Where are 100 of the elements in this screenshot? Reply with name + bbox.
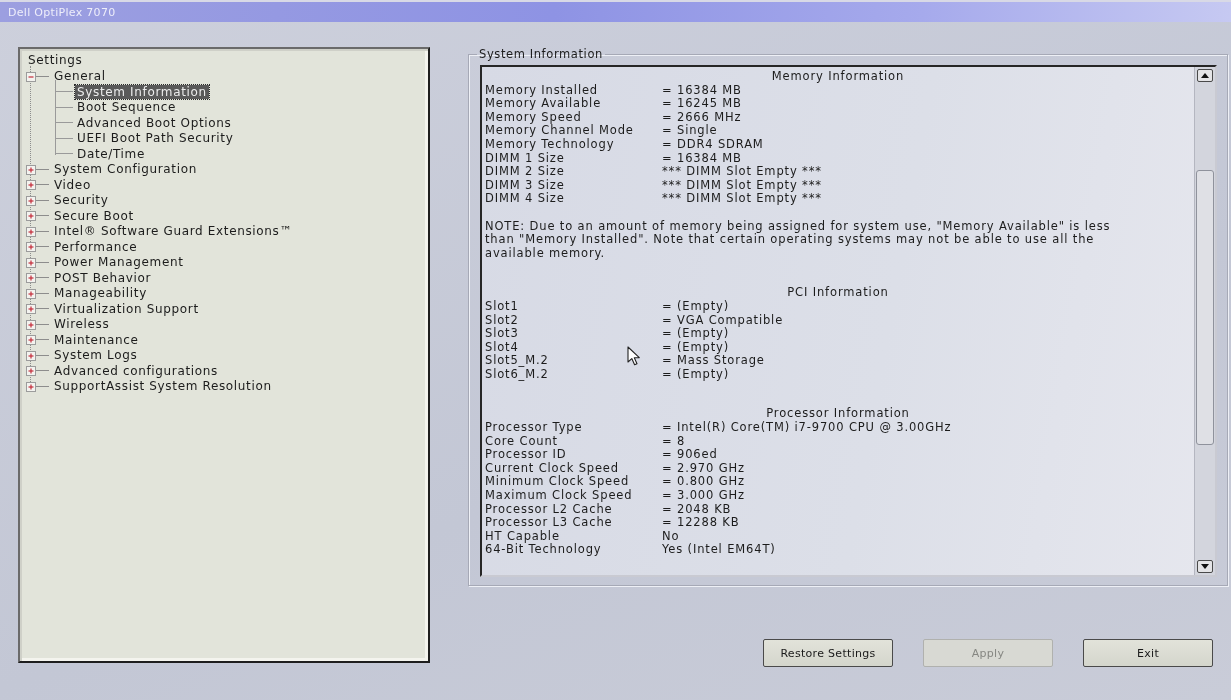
tree-item[interactable]: Virtualization Support <box>52 301 201 316</box>
minus-box-icon[interactable] <box>26 71 36 82</box>
tree-item[interactable]: Boot Sequence <box>75 100 179 115</box>
scrollbar-thumb[interactable] <box>1196 170 1214 445</box>
info-label: DIMM 1 Size <box>485 151 565 165</box>
info-value: No <box>662 529 680 544</box>
plus-box-icon[interactable] <box>26 164 36 175</box>
tree-item[interactable]: System Configuration <box>52 162 199 177</box>
info-label: Processor L2 Cache <box>485 502 613 516</box>
info-value: = 2.970 GHz <box>662 461 745 476</box>
tree-item[interactable]: Wireless <box>52 317 112 332</box>
info-label: Slot2 <box>485 313 519 327</box>
info-value: = 16384 MB <box>662 151 742 165</box>
info-value: = Mass Storage <box>662 354 765 368</box>
plus-box-icon[interactable] <box>26 242 36 252</box>
tree-item[interactable]: SupportAssist System Resolution <box>52 379 274 394</box>
info-value: = (Empty) <box>662 340 729 355</box>
info-label: DIMM 3 Size <box>485 178 565 192</box>
info-value: *** DIMM Slot Empty *** <box>662 178 822 192</box>
info-label: Slot3 <box>485 327 519 341</box>
plus-box-icon[interactable] <box>26 366 36 376</box>
tree-root-label: Settings <box>28 53 83 69</box>
info-label: Slot4 <box>485 340 519 354</box>
info-label: Processor Type <box>485 421 583 435</box>
down-triangle-icon <box>1201 564 1209 569</box>
dialog-button[interactable]: Restore Settings <box>763 639 893 667</box>
info-value: Yes (Intel EM64T) <box>662 543 776 557</box>
scrollbar[interactable] <box>1194 67 1215 575</box>
info-label: Memory Technology <box>485 137 615 152</box>
info-label: HT Capable <box>485 529 560 544</box>
tree-item[interactable]: System Logs <box>52 348 140 363</box>
info-value: = 2048 KB <box>662 502 732 517</box>
info-value: = (Empty) <box>662 299 729 314</box>
tree-item[interactable]: Secure Boot <box>52 208 136 223</box>
info-value: = 12288 KB <box>662 516 740 530</box>
info-value: = Intel(R) Core(TM) i7-9700 CPU @ 3.00GHz <box>662 421 952 435</box>
plus-box-icon[interactable] <box>26 257 36 268</box>
tree-item[interactable]: Intel® Software Guard Extensions™ <box>52 224 295 239</box>
info-value: = Single <box>662 124 718 138</box>
dialog-button[interactable]: Exit <box>1083 639 1213 667</box>
plus-box-icon[interactable] <box>26 195 36 206</box>
info-value: = VGA Compatible <box>662 313 784 327</box>
section-title: Processor Information <box>766 407 910 421</box>
section-title: PCI Information <box>787 286 889 300</box>
tree-item[interactable]: Maintenance <box>52 332 141 347</box>
info-label: Memory Available <box>485 97 602 111</box>
info-label: Current Clock Speed <box>485 461 619 476</box>
info-value: = (Empty) <box>662 327 729 341</box>
plus-box-icon[interactable] <box>26 319 36 330</box>
info-label: Memory Installed <box>485 83 599 97</box>
info-label: Memory Speed <box>485 110 582 125</box>
tree-item[interactable]: Power Management <box>52 255 186 270</box>
plus-box-icon[interactable] <box>26 288 36 299</box>
tree-item[interactable]: General <box>52 69 108 84</box>
window-title: Dell OptiPlex 7070 <box>8 5 116 19</box>
info-label: Minimum Clock Speed <box>485 475 630 489</box>
info-label: Slot1 <box>485 299 519 314</box>
mouse-pointer-icon <box>627 346 641 366</box>
info-value: = 8 <box>662 434 686 448</box>
plus-box-icon[interactable] <box>26 211 36 221</box>
scroll-down-button[interactable] <box>1197 560 1213 573</box>
info-value: = 3.000 GHz <box>662 489 745 503</box>
info-label: Core Count <box>485 434 558 449</box>
info-label: DIMM 4 Size <box>485 192 565 206</box>
plus-box-icon[interactable] <box>26 350 36 361</box>
info-value: = 16384 MB <box>662 83 742 98</box>
tree-item[interactable]: Video <box>52 177 93 192</box>
tree-item[interactable]: Performance <box>52 239 140 254</box>
info-label: Slot6_M.2 <box>485 367 549 382</box>
info-value: *** DIMM Slot Empty *** <box>662 165 822 179</box>
info-value: = (Empty) <box>662 367 729 382</box>
plus-box-icon[interactable] <box>26 335 36 345</box>
info-value: = DDR4 SDRAM <box>662 137 764 152</box>
info-label: Slot5_M.2 <box>485 354 549 368</box>
info-value: = 906ed <box>662 448 718 462</box>
tree-item[interactable]: UEFI Boot Path Security <box>75 131 236 146</box>
tree-item[interactable]: Advanced configurations <box>52 363 220 378</box>
tree-item[interactable]: Manageability <box>52 286 149 301</box>
scroll-up-button[interactable] <box>1197 69 1213 82</box>
tree-item[interactable]: Date/Time <box>75 146 147 161</box>
tree-item[interactable]: POST Behavior <box>52 270 154 285</box>
section-title: Memory Information <box>771 70 905 84</box>
plus-box-icon[interactable] <box>26 381 36 392</box>
info-label: Maximum Clock Speed <box>485 489 633 503</box>
group-title: System Information <box>478 48 604 61</box>
plus-box-icon[interactable] <box>26 273 36 283</box>
info-label: DIMM 2 Size <box>485 165 565 179</box>
info-value: = 16245 MB <box>662 97 742 111</box>
info-label: Memory Channel Mode <box>485 124 634 138</box>
plus-box-icon[interactable] <box>26 226 36 237</box>
plus-box-icon[interactable] <box>26 304 36 314</box>
info-value: *** DIMM Slot Empty *** <box>662 192 822 206</box>
tree-item[interactable]: System Information <box>75 84 209 99</box>
plus-box-icon[interactable] <box>26 180 36 190</box>
up-triangle-icon <box>1201 73 1209 78</box>
info-label: 64-Bit Technology <box>485 543 602 557</box>
tree-item[interactable]: Security <box>52 193 111 208</box>
tree-item[interactable]: Advanced Boot Options <box>75 115 234 130</box>
info-value: = 0.800 GHz <box>662 475 745 490</box>
info-label: Processor ID <box>485 448 567 462</box>
